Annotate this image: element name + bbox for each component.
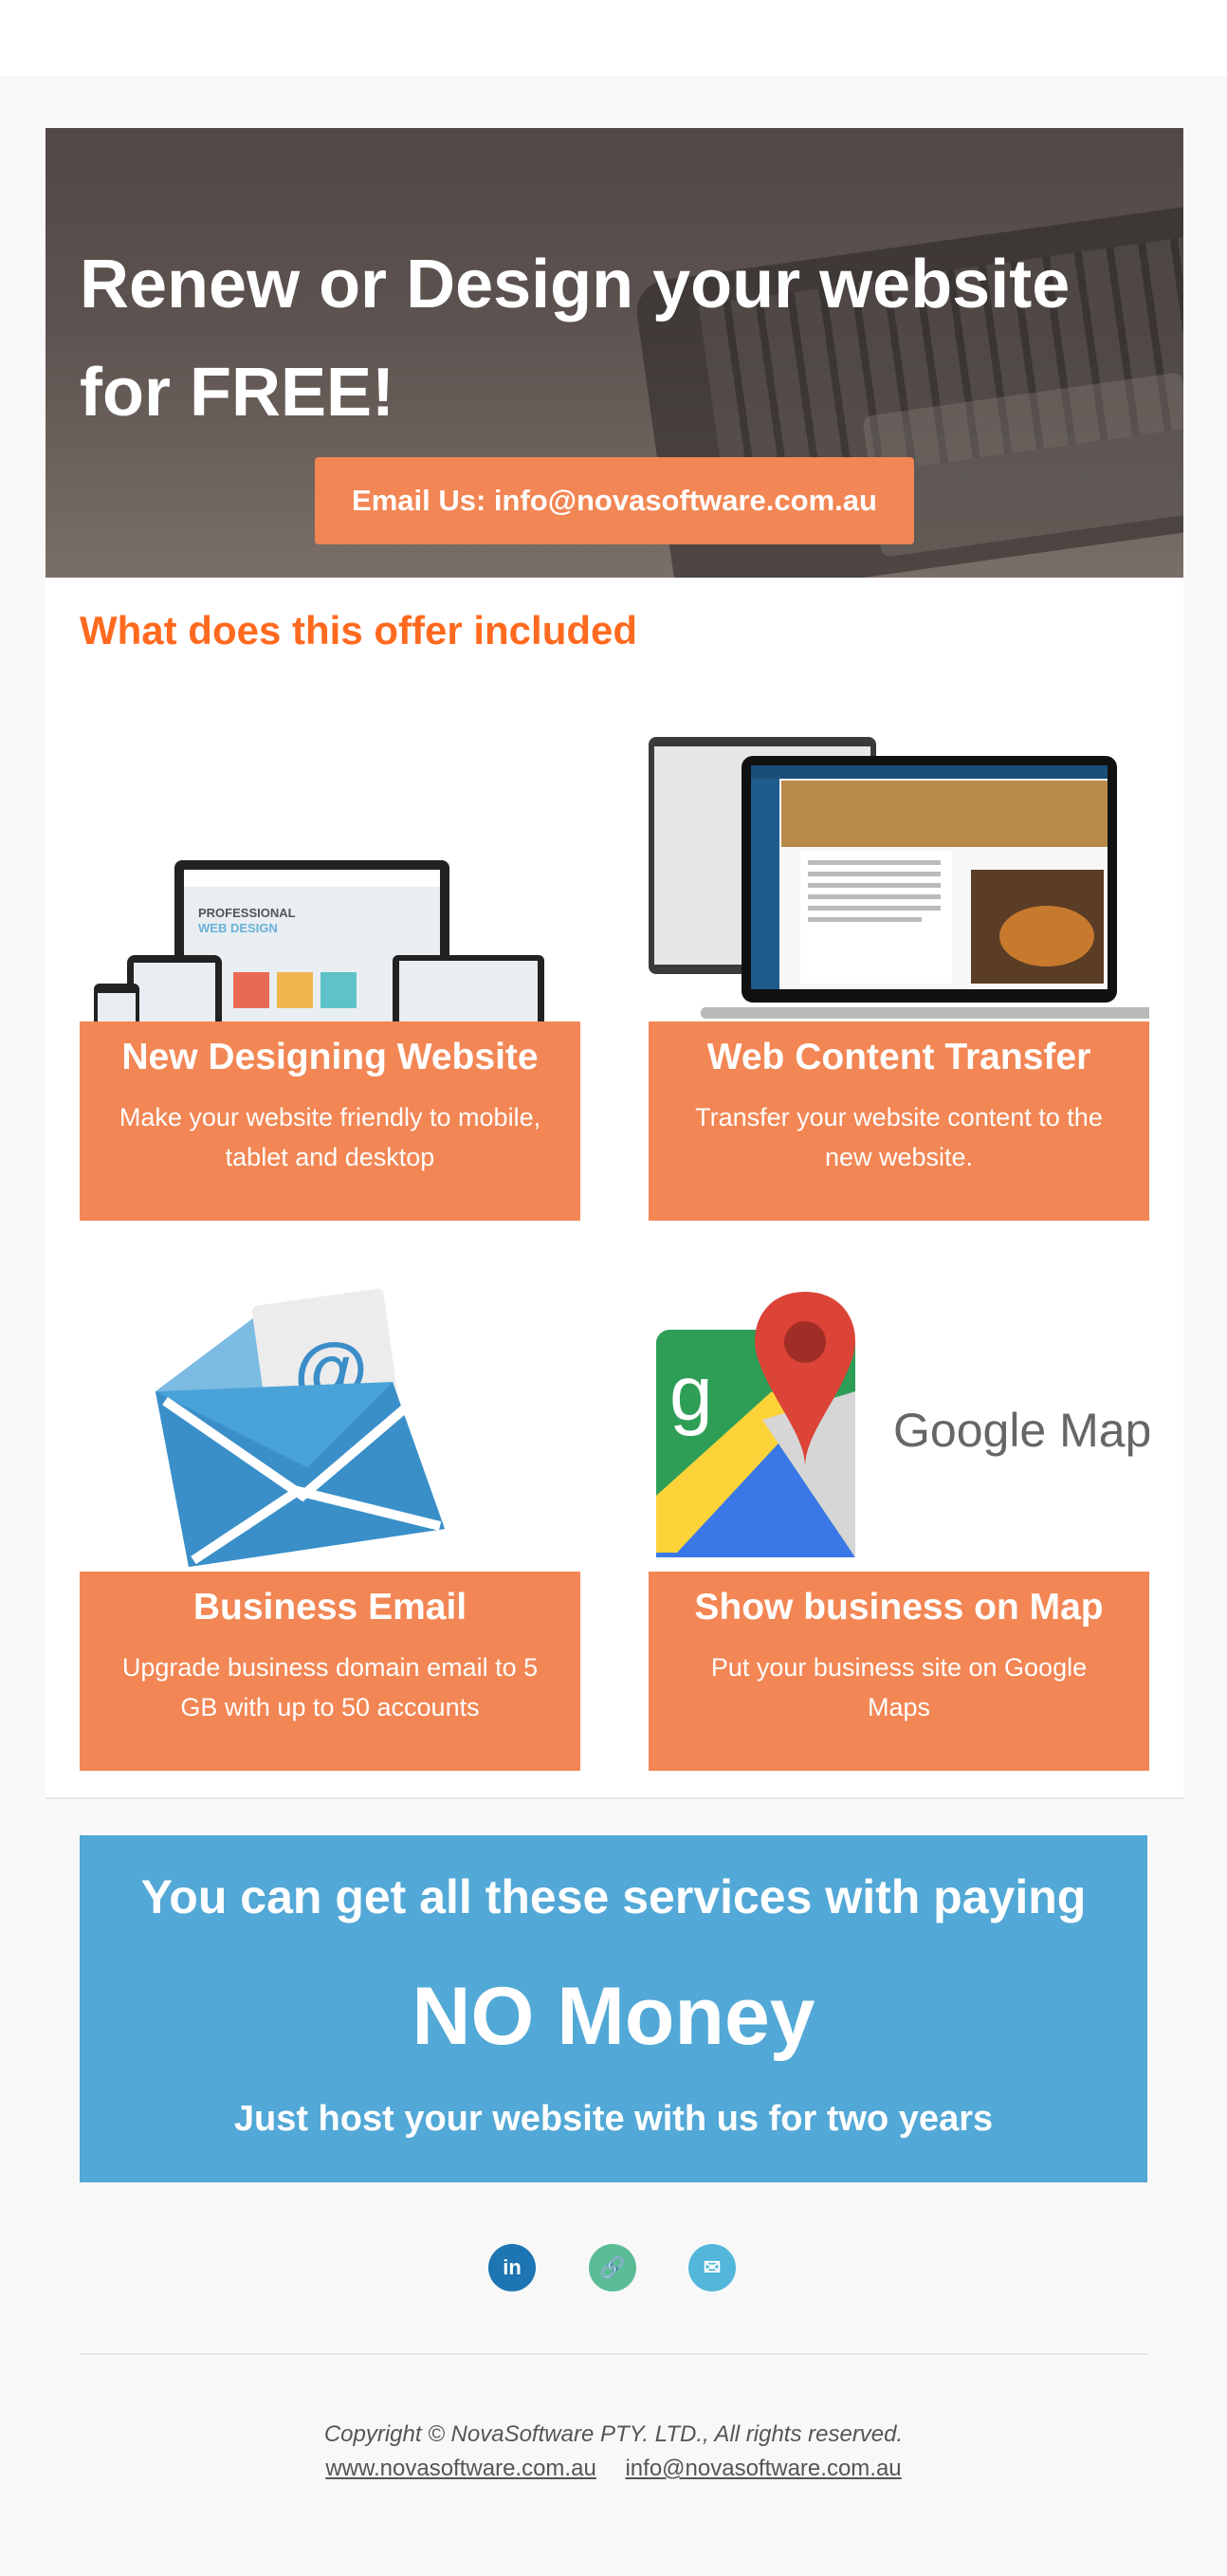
linkedin-icon[interactable]: in — [488, 2244, 536, 2291]
feature-card-email: @ Business Email Upgrade business domain… — [80, 1278, 580, 1771]
website-link[interactable]: www.novasoftware.com.au — [325, 2456, 595, 2481]
feature-description: Make your website friendly to mobile, ta… — [119, 1103, 541, 1171]
feature-title: New Designing Website — [121, 1037, 539, 1077]
feature-box: Show business on Map Put your business s… — [649, 1572, 1149, 1771]
google-maps-logo-text: Google Maps — [893, 1404, 1149, 1457]
section-divider — [46, 1797, 1183, 1799]
promo-line-3: Just host your website with us for two y… — [233, 2099, 994, 2139]
footer-links: www.novasoftware.com.au info@novasoftwar… — [0, 2456, 1227, 2482]
feature-title: Show business on Map — [694, 1587, 1104, 1628]
feature-description: Put your business site on Google Maps — [710, 1653, 1088, 1721]
feature-card-map: g Google Maps Show business on Map Put y… — [649, 1278, 1149, 1771]
svg-text:WEB DESIGN: WEB DESIGN — [198, 921, 278, 935]
svg-text:PROFESSIONAL: PROFESSIONAL — [198, 906, 296, 920]
email-container: Renew or Design your website for FREE! E… — [46, 128, 1183, 1799]
email-envelope-image: @ — [156, 1288, 445, 1567]
top-bar — [0, 0, 1227, 76]
feature-card-transfer: Web Content Transfer Transfer your websi… — [649, 727, 1149, 1221]
google-maps-logo: g Google Maps — [656, 1292, 1149, 1557]
hero-banner: Renew or Design your website for FREE! E… — [46, 128, 1183, 578]
devices-image: PROFESSIONAL WEB DESIGN — [94, 860, 544, 1021]
section-title: What does this offer included — [80, 608, 638, 653]
promo-banner: You can get all these services with payi… — [80, 1835, 1147, 2182]
mail-icon[interactable]: ✉ — [688, 2244, 736, 2291]
feature-description: Upgrade business domain email to 5 GB wi… — [121, 1653, 539, 1721]
feature-description: Transfer your website content to the new… — [695, 1103, 1103, 1171]
promo-headline: NO Money — [412, 1971, 815, 2062]
promo-line-1: You can get all these services with payi… — [140, 1870, 1087, 1923]
link-icon[interactable]: 🔗 — [589, 2244, 636, 2291]
footer-divider — [80, 2353, 1147, 2355]
feature-box: Business Email Upgrade business domain e… — [80, 1572, 580, 1771]
feature-box: Web Content Transfer Transfer your websi… — [649, 1021, 1149, 1221]
laptop-screenshot-image — [649, 737, 1149, 1019]
email-us-button[interactable]: Email Us: info@novasoftware.com.au — [315, 457, 914, 544]
feature-title: Business Email — [192, 1587, 467, 1628]
copyright-text: Copyright © NovaSoftware PTY. LTD., All … — [323, 2421, 904, 2447]
svg-text:g: g — [669, 1351, 713, 1437]
feature-box: New Designing Website Make your website … — [80, 1021, 580, 1221]
email-link[interactable]: info@novasoftware.com.au — [625, 2456, 901, 2481]
feature-title: Web Content Transfer — [706, 1037, 1091, 1077]
feature-card-design: PROFESSIONAL WEB DESIGN New Designing We… — [80, 727, 580, 1221]
hero-headline: Renew or Design your website for FREE! — [80, 247, 1071, 431]
